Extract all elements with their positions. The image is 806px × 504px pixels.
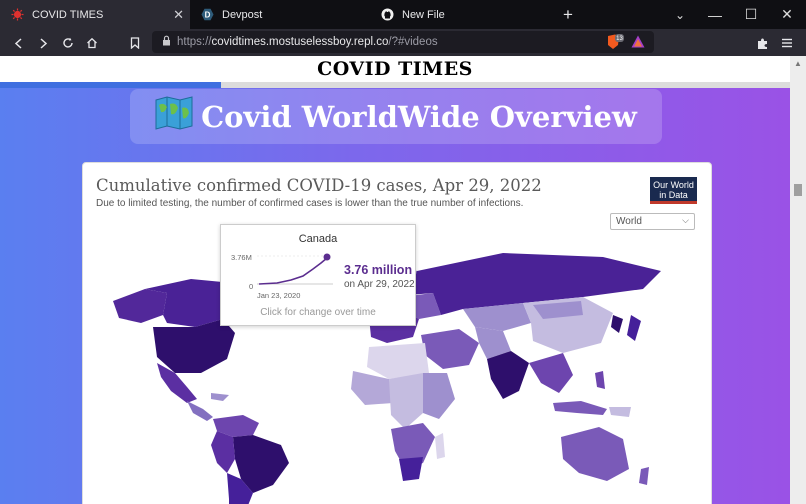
- site-masthead: COVID TIMES: [0, 56, 790, 82]
- tab-covid-times[interactable]: COVID TIMES ✕: [0, 0, 190, 29]
- tooltip-ymax: 3.76M: [231, 253, 252, 262]
- tooltip-xstart: Jan 23, 2020: [257, 291, 301, 300]
- address-bar[interactable]: https://covidtimes.mostuselessboy.repl.c…: [152, 31, 654, 53]
- shields-count: 13: [616, 36, 623, 42]
- url-scheme: https://: [177, 36, 212, 48]
- map-region-east-africa: [423, 373, 455, 419]
- bookmark-icon[interactable]: [125, 33, 145, 53]
- chart-subtitle: Due to limited testing, the number of co…: [96, 198, 524, 209]
- virus-icon: [10, 8, 24, 22]
- map-region-usa: [153, 319, 235, 373]
- tooltip-hint: Click for change over time: [260, 307, 376, 318]
- chart-title: Cumulative confirmed COVID-19 cases, Apr…: [96, 176, 542, 195]
- sparkline-end-point: [323, 253, 331, 261]
- reading-progress-bar: [0, 82, 790, 88]
- map-region-alaska: [113, 289, 167, 323]
- progress-fill: [0, 82, 222, 88]
- map-region-australia: [561, 427, 629, 481]
- hero-title-box: Covid WorldWide Overview: [130, 89, 662, 144]
- close-tab-icon[interactable]: ✕: [173, 7, 184, 23]
- tooltip-date: on Apr 29, 2022: [344, 279, 415, 290]
- maximize-icon[interactable]: ☐: [733, 0, 769, 29]
- map-region-korea: [611, 315, 623, 333]
- tab-bar: COVID TIMES ✕ D Devpost New File + ⌄ — ☐…: [0, 0, 806, 29]
- tab-list-chevron-icon[interactable]: ⌄: [662, 0, 698, 29]
- page-scrollbar[interactable]: ▲: [790, 56, 806, 504]
- page-viewport: COVID TIMES Covid WorldWide Overview Cum…: [0, 56, 790, 504]
- map-region-caribbean: [211, 393, 229, 401]
- close-window-icon[interactable]: ✕: [769, 0, 805, 29]
- hero-title: Covid WorldWide Overview: [201, 99, 637, 134]
- world-map-icon: [155, 96, 193, 137]
- brave-shields-icon[interactable]: 13: [606, 34, 624, 53]
- map-region-south-africa: [399, 457, 423, 481]
- map-region-japan: [627, 315, 641, 341]
- map-region-papua: [609, 407, 631, 417]
- extensions-icon[interactable]: [752, 33, 772, 53]
- map-region-central-america: [187, 401, 213, 421]
- map-region-middle-east: [421, 329, 479, 369]
- tab-title: New File: [402, 8, 445, 21]
- owid-logo-line2: in Data: [659, 190, 688, 200]
- menu-icon[interactable]: [777, 33, 797, 53]
- map-region-philippines: [595, 371, 605, 389]
- map-region-southeast-asia: [529, 353, 573, 393]
- scrollbar-thumb[interactable]: [794, 184, 802, 196]
- map-region-indonesia: [553, 401, 607, 415]
- map-region-india: [487, 351, 529, 399]
- home-icon[interactable]: [82, 33, 102, 53]
- reload-icon[interactable]: [58, 33, 78, 53]
- scroll-up-icon[interactable]: ▲: [794, 59, 802, 68]
- lock-icon: [162, 35, 171, 49]
- tab-title: COVID TIMES: [32, 8, 104, 21]
- map-region-peru-bolivia: [211, 431, 235, 473]
- brave-rewards-icon[interactable]: [631, 35, 645, 51]
- tab-title: Devpost: [222, 8, 263, 21]
- owid-logo[interactable]: Our World in Data: [650, 177, 697, 204]
- back-icon[interactable]: [8, 33, 28, 53]
- plus-icon: +: [563, 4, 573, 24]
- tooltip-ymin: 0: [249, 282, 254, 291]
- map-region-madagascar: [435, 433, 445, 459]
- map-region-new-zealand: [639, 467, 649, 485]
- owid-logo-line1: Our World: [653, 180, 694, 190]
- svg-text:D: D: [204, 11, 210, 20]
- new-tab-button[interactable]: +: [563, 0, 585, 29]
- url-path: /?#videos: [388, 36, 438, 48]
- forward-icon[interactable]: [33, 33, 53, 53]
- tab-devpost[interactable]: D Devpost: [190, 0, 370, 29]
- tooltip-country: Canada: [298, 233, 338, 245]
- devpost-icon: D: [200, 8, 214, 22]
- map-region-central-africa: [389, 373, 423, 429]
- country-tooltip[interactable]: Canada 3.76M 0 Jan 23, 2020 3.76 million…: [220, 224, 416, 326]
- github-icon: [380, 8, 394, 22]
- sparkline: [257, 253, 333, 285]
- tooltip-value: 3.76 million: [344, 263, 413, 277]
- covid-map-chart: Cumulative confirmed COVID-19 cases, Apr…: [82, 162, 712, 504]
- url-host: covidtimes.mostuselessboy.repl.co: [211, 36, 389, 48]
- browser-toolbar: https://covidtimes.mostuselessboy.repl.c…: [0, 29, 806, 56]
- minimize-icon[interactable]: —: [697, 0, 733, 29]
- tab-new-file[interactable]: New File: [370, 0, 550, 29]
